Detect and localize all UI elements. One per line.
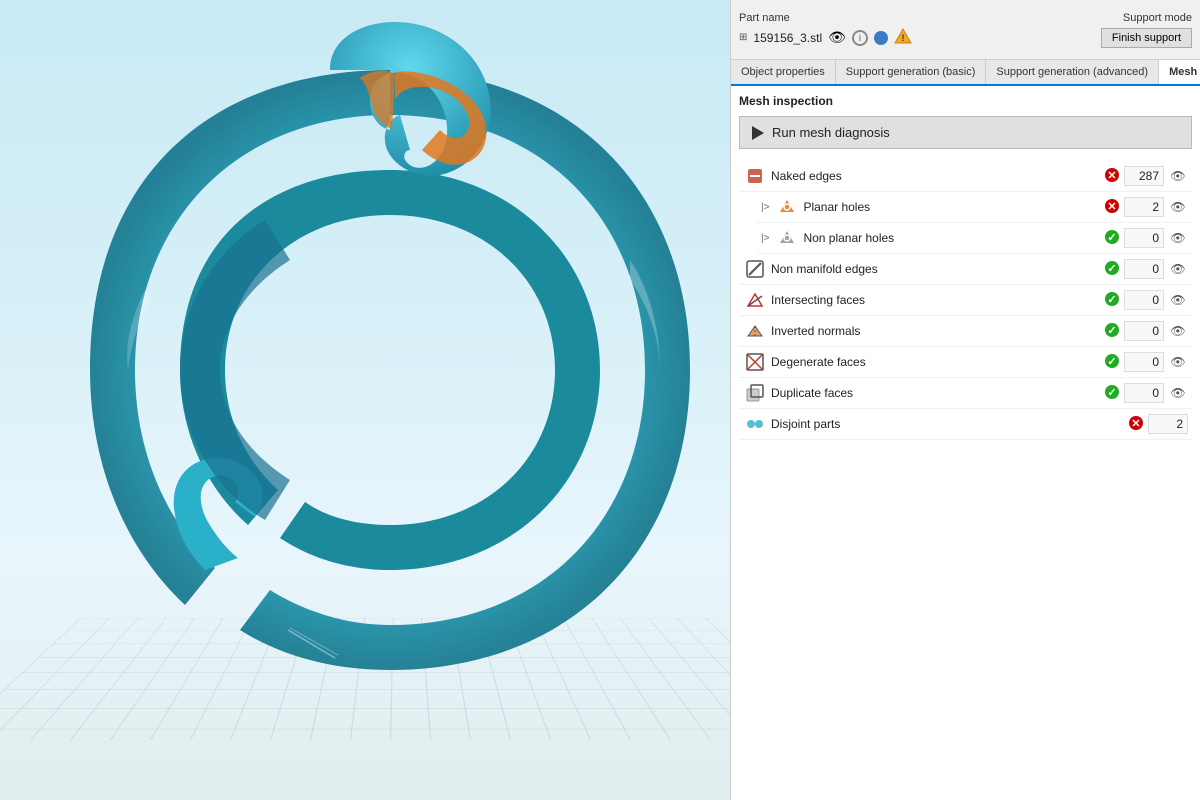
diag-row-non-manifold-edges: Non manifold edges ✓ 0 👁 <box>739 254 1192 285</box>
diag-value-planar-holes: 2 <box>1124 197 1164 217</box>
eye-btn-intersecting-faces[interactable]: 👁 <box>1168 290 1188 310</box>
tab-support-basic[interactable]: Support generation (basic) <box>836 60 987 84</box>
diag-row-non-planar-holes: |> Non planar holes ✓ 0 👁 <box>757 223 1192 254</box>
diag-value-non-planar-holes: 0 <box>1124 228 1164 248</box>
diag-icon-planar-holes <box>775 198 799 216</box>
top-bar: Part name ⊞ 159156_3.stl 👁 i ! <box>731 0 1200 60</box>
status-icon-inverted-normals: ✓ <box>1104 322 1120 341</box>
diag-icon-inverted-normals <box>743 322 767 340</box>
status-icon-disjoint-parts: ✕ <box>1128 415 1144 434</box>
diag-label-intersecting-faces: Intersecting faces <box>771 293 1100 307</box>
diag-label-duplicate-faces: Duplicate faces <box>771 386 1100 400</box>
diag-value-intersecting-faces: 0 <box>1124 290 1164 310</box>
svg-text:✓: ✓ <box>1107 387 1116 399</box>
status-icon-planar-holes: ✕ <box>1104 198 1120 217</box>
part-info: Part name ⊞ 159156_3.stl 👁 i ! <box>739 12 912 47</box>
diag-row-degenerate-faces: Degenerate faces ✓ 0 👁 <box>739 347 1192 378</box>
diag-row-inverted-normals: Inverted normals ✓ 0 👁 <box>739 316 1192 347</box>
eye-btn-inverted-normals[interactable]: 👁 <box>1168 321 1188 341</box>
part-filename: 159156_3.stl <box>753 31 822 45</box>
part-name-label: Part name <box>739 12 912 24</box>
svg-text:✕: ✕ <box>1131 418 1140 430</box>
status-icon-non-manifold-edges: ✓ <box>1104 260 1120 279</box>
diag-value-non-manifold-edges: 0 <box>1124 259 1164 279</box>
diag-icon-duplicate-faces <box>743 384 767 402</box>
warning-icon[interactable]: ! <box>894 28 912 47</box>
diag-label-non-planar-holes: Non planar holes <box>803 231 1100 245</box>
indent-arrow: |> <box>761 202 769 213</box>
part-icons: 👁 i ! <box>828 28 912 47</box>
svg-text:✓: ✓ <box>1107 325 1116 337</box>
tabs-bar: Object properties Support generation (ba… <box>731 60 1200 86</box>
eye-btn-duplicate-faces[interactable]: 👁 <box>1168 383 1188 403</box>
status-icon-duplicate-faces: ✓ <box>1104 384 1120 403</box>
eye-btn-non-planar-holes[interactable]: 👁 <box>1168 228 1188 248</box>
diag-icon-naked-edges <box>743 167 767 185</box>
diag-value-inverted-normals: 0 <box>1124 321 1164 341</box>
tab-object-properties[interactable]: Object properties <box>731 60 836 84</box>
finish-support-button[interactable]: Finish support <box>1101 28 1192 48</box>
info-icon[interactable]: i <box>852 30 868 46</box>
eye-btn-degenerate-faces[interactable]: 👁 <box>1168 352 1188 372</box>
diag-row-naked-edges: Naked edges ✕ 287 👁 <box>739 161 1192 192</box>
color-dot[interactable] <box>874 31 888 45</box>
diag-icon-degenerate-faces <box>743 353 767 371</box>
run-diagnosis-label: Run mesh diagnosis <box>772 125 890 140</box>
right-panel: Part name ⊞ 159156_3.stl 👁 i ! <box>730 0 1200 800</box>
diagnosis-rows: Naked edges ✕ 287 👁 |> Planar holes ✕ 2 … <box>739 161 1192 440</box>
diag-label-non-manifold-edges: Non manifold edges <box>771 262 1100 276</box>
status-icon-degenerate-faces: ✓ <box>1104 353 1120 372</box>
svg-text:✓: ✓ <box>1107 356 1116 368</box>
diag-value-naked-edges: 287 <box>1124 166 1164 186</box>
visibility-icon[interactable]: 👁 <box>828 29 846 46</box>
status-icon-naked-edges: ✕ <box>1104 167 1120 186</box>
status-icon-intersecting-faces: ✓ <box>1104 291 1120 310</box>
eye-btn-non-manifold-edges[interactable]: 👁 <box>1168 259 1188 279</box>
svg-text:✓: ✓ <box>1107 263 1116 275</box>
svg-text:✓: ✓ <box>1107 232 1116 244</box>
expand-icon[interactable]: ⊞ <box>739 32 747 43</box>
part-name-row: ⊞ 159156_3.stl 👁 i ! <box>739 28 912 47</box>
main-content: Mesh inspection Run mesh diagnosis Naked… <box>731 86 1200 800</box>
mesh-inspection-title: Mesh inspection <box>739 94 1192 108</box>
eye-btn-naked-edges[interactable]: 👁 <box>1168 166 1188 186</box>
diag-label-inverted-normals: Inverted normals <box>771 324 1100 338</box>
eye-btn-planar-holes[interactable]: 👁 <box>1168 197 1188 217</box>
diag-row-duplicate-faces: Duplicate faces ✓ 0 👁 <box>739 378 1192 409</box>
play-icon <box>752 126 764 140</box>
diag-row-planar-holes: |> Planar holes ✕ 2 👁 <box>757 192 1192 223</box>
svg-text:✕: ✕ <box>1107 201 1116 213</box>
diag-icon-non-planar-holes <box>775 229 799 247</box>
status-icon-non-planar-holes: ✓ <box>1104 229 1120 248</box>
tab-mesh-diagnosis[interactable]: Mesh diagnosis <box>1159 60 1200 86</box>
3d-viewport[interactable] <box>0 0 730 800</box>
diag-label-disjoint-parts: Disjoint parts <box>771 417 1124 431</box>
support-mode: Support mode Finish support <box>1101 12 1192 48</box>
svg-text:✓: ✓ <box>1107 294 1116 306</box>
diag-icon-non-manifold-edges <box>743 260 767 278</box>
diag-value-degenerate-faces: 0 <box>1124 352 1164 372</box>
tab-support-advanced[interactable]: Support generation (advanced) <box>986 60 1159 84</box>
run-diagnosis-button[interactable]: Run mesh diagnosis <box>739 116 1192 149</box>
diag-label-planar-holes: Planar holes <box>803 200 1100 214</box>
diag-value-disjoint-parts: 2 <box>1148 414 1188 434</box>
diag-icon-disjoint-parts <box>743 415 767 433</box>
diag-label-degenerate-faces: Degenerate faces <box>771 355 1100 369</box>
svg-text:✕: ✕ <box>1107 170 1116 182</box>
diag-icon-intersecting-faces <box>743 291 767 309</box>
svg-text:!: ! <box>901 33 904 43</box>
3d-ring-model <box>50 10 730 770</box>
diag-label-naked-edges: Naked edges <box>771 169 1100 183</box>
diag-value-duplicate-faces: 0 <box>1124 383 1164 403</box>
diag-row-disjoint-parts: Disjoint parts ✕ 2 <box>739 409 1192 440</box>
diag-row-intersecting-faces: Intersecting faces ✓ 0 👁 <box>739 285 1192 316</box>
support-mode-label: Support mode <box>1123 12 1192 24</box>
indent-arrow: |> <box>761 233 769 244</box>
